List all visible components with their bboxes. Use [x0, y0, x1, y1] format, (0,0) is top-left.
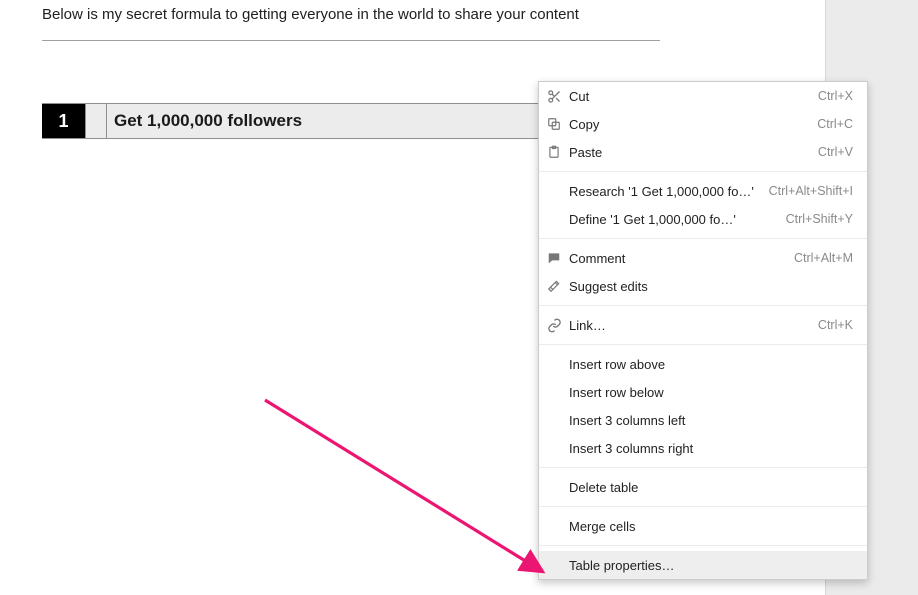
- menu-label: Insert row below: [569, 385, 853, 400]
- clipboard-icon: [547, 145, 569, 159]
- menu-separator: [539, 305, 867, 306]
- menu-label: Insert row above: [569, 357, 853, 372]
- viewport: Below is my secret formula to getting ev…: [0, 0, 918, 595]
- menu-shortcut: Ctrl+X: [818, 89, 853, 103]
- menu-item-paste[interactable]: Paste Ctrl+V: [539, 138, 867, 166]
- menu-label: Copy: [569, 117, 807, 132]
- menu-shortcut: Ctrl+Alt+M: [794, 251, 853, 265]
- menu-label: Define '1 Get 1,000,000 fo…': [569, 212, 776, 227]
- menu-shortcut: Ctrl+C: [817, 117, 853, 131]
- menu-item-comment[interactable]: Comment Ctrl+Alt+M: [539, 244, 867, 272]
- menu-label: Cut: [569, 89, 808, 104]
- menu-shortcut: Ctrl+V: [818, 145, 853, 159]
- menu-separator: [539, 506, 867, 507]
- menu-label: Comment: [569, 251, 784, 266]
- comment-icon: [547, 251, 569, 265]
- step-number-cell[interactable]: 1: [42, 104, 86, 138]
- menu-label: Insert 3 columns right: [569, 441, 853, 456]
- menu-item-insert-cols-left[interactable]: Insert 3 columns left: [539, 406, 867, 434]
- menu-item-link[interactable]: Link… Ctrl+K: [539, 311, 867, 339]
- menu-item-delete-table[interactable]: Delete table: [539, 473, 867, 501]
- menu-item-define[interactable]: Define '1 Get 1,000,000 fo…' Ctrl+Shift+…: [539, 205, 867, 233]
- menu-separator: [539, 238, 867, 239]
- menu-label: Link…: [569, 318, 808, 333]
- menu-shortcut: Ctrl+Alt+Shift+I: [769, 184, 853, 198]
- intro-paragraph: Below is my secret formula to getting ev…: [42, 6, 579, 23]
- horizontal-rule: [42, 40, 660, 41]
- menu-item-table-properties[interactable]: Table properties…: [539, 551, 867, 579]
- step-spacer-cell[interactable]: [86, 104, 107, 138]
- suggest-edits-icon: [547, 279, 569, 293]
- link-icon: [547, 318, 569, 333]
- menu-item-suggest-edits[interactable]: Suggest edits: [539, 272, 867, 300]
- menu-shortcut: Ctrl+K: [818, 318, 853, 332]
- menu-label: Paste: [569, 145, 808, 160]
- menu-label: Delete table: [569, 480, 853, 495]
- menu-item-merge-cells[interactable]: Merge cells: [539, 512, 867, 540]
- menu-item-insert-cols-right[interactable]: Insert 3 columns right: [539, 434, 867, 462]
- menu-shortcut: Ctrl+Shift+Y: [786, 212, 853, 226]
- copy-icon: [547, 117, 569, 131]
- menu-label: Insert 3 columns left: [569, 413, 853, 428]
- scissors-icon: [547, 89, 569, 104]
- menu-label: Table properties…: [569, 558, 853, 573]
- menu-separator: [539, 171, 867, 172]
- menu-label: Research '1 Get 1,000,000 fo…': [569, 184, 759, 199]
- menu-item-research[interactable]: Research '1 Get 1,000,000 fo…' Ctrl+Alt+…: [539, 177, 867, 205]
- menu-item-insert-row-above[interactable]: Insert row above: [539, 350, 867, 378]
- menu-label: Merge cells: [569, 519, 853, 534]
- menu-item-cut[interactable]: Cut Ctrl+X: [539, 82, 867, 110]
- menu-item-copy[interactable]: Copy Ctrl+C: [539, 110, 867, 138]
- menu-separator: [539, 545, 867, 546]
- menu-separator: [539, 467, 867, 468]
- context-menu: Cut Ctrl+X Copy Ctrl+C Paste Ctrl+V Rese…: [538, 81, 868, 580]
- menu-separator: [539, 344, 867, 345]
- menu-label: Suggest edits: [569, 279, 853, 294]
- menu-item-insert-row-below[interactable]: Insert row below: [539, 378, 867, 406]
